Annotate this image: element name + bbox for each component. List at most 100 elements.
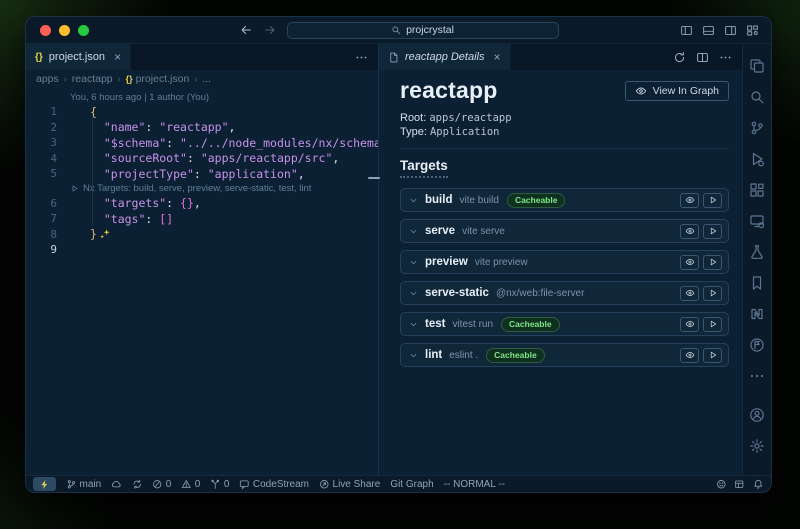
line-number: 6 [26, 197, 70, 210]
code-line[interactable]: 8} [26, 227, 378, 243]
project-manager-icon[interactable] [749, 337, 765, 353]
run-target-button[interactable] [703, 224, 722, 239]
view-target-button[interactable] [680, 317, 699, 332]
code-line[interactable]: 2 "name": "reactapp", [26, 120, 378, 136]
breadcrumb-separator: › [194, 74, 197, 84]
view-target-button[interactable] [680, 348, 699, 363]
target-command: eslint . [449, 350, 478, 361]
status-editor-layout[interactable] [734, 479, 745, 490]
code-line[interactable]: 3 "$schema": "../../node_modules/nx/sche… [26, 135, 378, 151]
minimize-window-button[interactable] [59, 25, 70, 36]
target-row-lint[interactable]: linteslint .Cacheable [400, 343, 729, 367]
code-line[interactable]: 1{ [26, 104, 378, 120]
token [152, 120, 159, 134]
chevron-down-icon[interactable] [409, 258, 418, 267]
testing-icon[interactable] [749, 244, 765, 260]
status-git-graph[interactable]: Git Graph [390, 479, 433, 490]
run-target-button[interactable] [703, 317, 722, 332]
status-bell[interactable] [753, 479, 764, 490]
target-name: test [425, 318, 445, 330]
target-row-test[interactable]: testvitest runCacheable [400, 312, 729, 336]
close-icon[interactable]: × [114, 51, 121, 63]
view-target-button[interactable] [680, 224, 699, 239]
breadcrumb-item-[interactable]: ... [202, 73, 211, 85]
play-icon [708, 350, 718, 360]
search-icon[interactable] [749, 89, 765, 105]
layout-sidebar-left-icon[interactable] [680, 24, 693, 37]
account-icon[interactable] [749, 407, 765, 423]
play-icon [708, 257, 718, 267]
layout-panel-icon[interactable] [702, 24, 715, 37]
code-text: "targets": {}, [70, 196, 201, 210]
layout-sidebar-right-icon[interactable] [724, 24, 737, 37]
editor-sash-handle[interactable] [368, 177, 380, 179]
more-icon[interactable] [355, 51, 368, 64]
status-0[interactable]: 0 [210, 479, 229, 490]
status-normal[interactable]: -- NORMAL -- [444, 479, 505, 490]
settings-icon[interactable] [749, 438, 765, 454]
run-target-button[interactable] [703, 286, 722, 301]
close-window-button[interactable] [40, 25, 51, 36]
editor-group-left: {} project.json × apps›reactapp›{} proje… [26, 44, 379, 475]
zoom-window-button[interactable] [78, 25, 89, 36]
run-target-button[interactable] [703, 255, 722, 270]
chevron-down-icon[interactable] [409, 196, 418, 205]
view-target-button[interactable] [680, 255, 699, 270]
run-debug-icon[interactable] [749, 151, 765, 167]
tab-project-json[interactable]: {} project.json × [26, 44, 131, 70]
bookmarks-icon[interactable] [749, 275, 765, 291]
layout-custom-icon[interactable] [746, 24, 759, 37]
view-target-button[interactable] [680, 286, 699, 301]
token: : [166, 196, 173, 210]
more-icon[interactable] [749, 368, 765, 384]
run-target-button[interactable] [703, 348, 722, 363]
chevron-down-icon[interactable] [409, 227, 418, 236]
status-cloud[interactable] [111, 479, 122, 490]
target-row-serve-static[interactable]: serve-static@nx/web:file-server [400, 281, 729, 305]
status-main[interactable]: main [66, 479, 101, 490]
breadcrumb-item-reactapp[interactable]: reactapp [72, 73, 113, 85]
code-line[interactable]: 6 "targets": {}, [26, 196, 378, 212]
target-row-build[interactable]: buildvite buildCacheable [400, 188, 729, 212]
breadcrumb-item-projectjson[interactable]: {} project.json [126, 73, 190, 85]
extensions-icon[interactable] [749, 182, 765, 198]
command-center-search[interactable]: projcrystal [287, 22, 559, 39]
target-row-preview[interactable]: previewvite preview [400, 250, 729, 274]
tab-reactapp-details[interactable]: reactapp Details × [379, 44, 511, 70]
code-line[interactable]: 7 "tags": [] [26, 211, 378, 227]
status-codestream[interactable]: CodeStream [239, 479, 309, 490]
code-line[interactable]: 5 "projectType": "application", [26, 166, 378, 182]
status-feedback[interactable] [716, 479, 727, 490]
code-editor[interactable]: You, 6 hours ago | 1 author (You)1{2 "na… [26, 88, 378, 475]
source-control-icon[interactable] [749, 120, 765, 136]
view-target-button[interactable] [680, 193, 699, 208]
code-line[interactable]: 4 "sourceRoot": "apps/reactapp/src", [26, 151, 378, 167]
chevron-down-icon[interactable] [409, 289, 418, 298]
codelens-nx-targets[interactable]: Nx Targets: build, serve, preview, serve… [26, 182, 378, 196]
remote-explorer-icon[interactable] [749, 213, 765, 229]
codelens-git-blame[interactable]: You, 6 hours ago | 1 author (You) [26, 90, 378, 104]
chevron-down-icon[interactable] [409, 320, 418, 329]
nx-console-icon[interactable] [749, 306, 765, 322]
split-editor-icon[interactable] [696, 51, 709, 64]
view-in-graph-button[interactable]: View In Graph [625, 81, 729, 101]
vscode-window: projcrystal {} project.json × apps › react… [25, 16, 772, 493]
codelens-label: Nx Targets: build, serve, preview, serve… [83, 183, 311, 194]
status-nx-bolt[interactable] [33, 477, 56, 491]
status-0[interactable]: 0 [152, 479, 171, 490]
token: , [194, 196, 201, 210]
files-icon[interactable] [749, 58, 765, 74]
code-line[interactable]: 9 [26, 242, 378, 258]
target-row-serve[interactable]: servevite serve [400, 219, 729, 243]
run-target-button[interactable] [703, 193, 722, 208]
status-0[interactable]: 0 [181, 479, 200, 490]
nav-forward-icon[interactable] [263, 23, 277, 37]
more-icon[interactable] [719, 51, 732, 64]
refresh-icon[interactable] [673, 51, 686, 64]
nav-back-icon[interactable] [239, 23, 253, 37]
status-live-share[interactable]: Live Share [319, 479, 380, 490]
status-sync[interactable] [132, 479, 143, 490]
chevron-down-icon[interactable] [409, 351, 418, 360]
close-icon[interactable]: × [494, 51, 501, 63]
breadcrumb-item-apps[interactable]: apps [36, 73, 59, 85]
